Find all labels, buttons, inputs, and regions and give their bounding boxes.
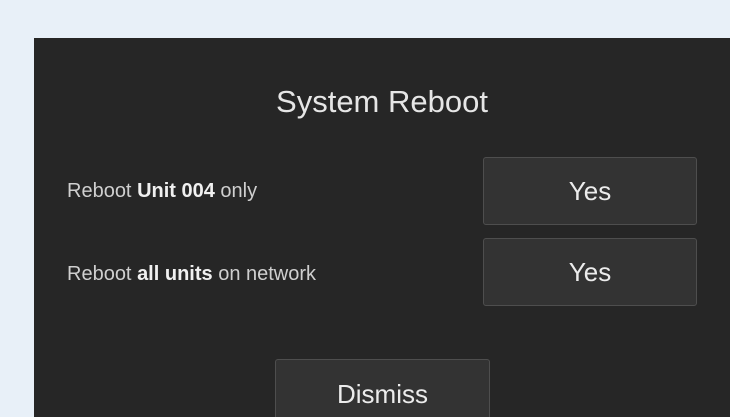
reboot-unit-label-emphasis: Unit 004 — [137, 180, 215, 202]
reboot-all-label-prefix: Reboot — [67, 263, 138, 285]
reboot-dialog: System Reboot Reboot Unit 004 only Yes R… — [34, 38, 730, 417]
reboot-unit-yes-button[interactable]: Yes — [483, 157, 697, 225]
reboot-unit-label-prefix: Reboot — [67, 180, 138, 202]
dismiss-button[interactable]: Dismiss — [275, 359, 490, 417]
reboot-all-label-emphasis: all units — [137, 263, 213, 285]
dialog-title: System Reboot — [276, 84, 488, 119]
reboot-all-label-suffix: on network — [212, 263, 317, 285]
reboot-unit-label-suffix: only — [214, 180, 258, 202]
reboot-all-yes-button[interactable]: Yes — [483, 238, 697, 306]
reboot-unit-label: Reboot Unit 004 only — [67, 181, 257, 201]
reboot-all-label: Reboot all units on network — [67, 264, 316, 284]
